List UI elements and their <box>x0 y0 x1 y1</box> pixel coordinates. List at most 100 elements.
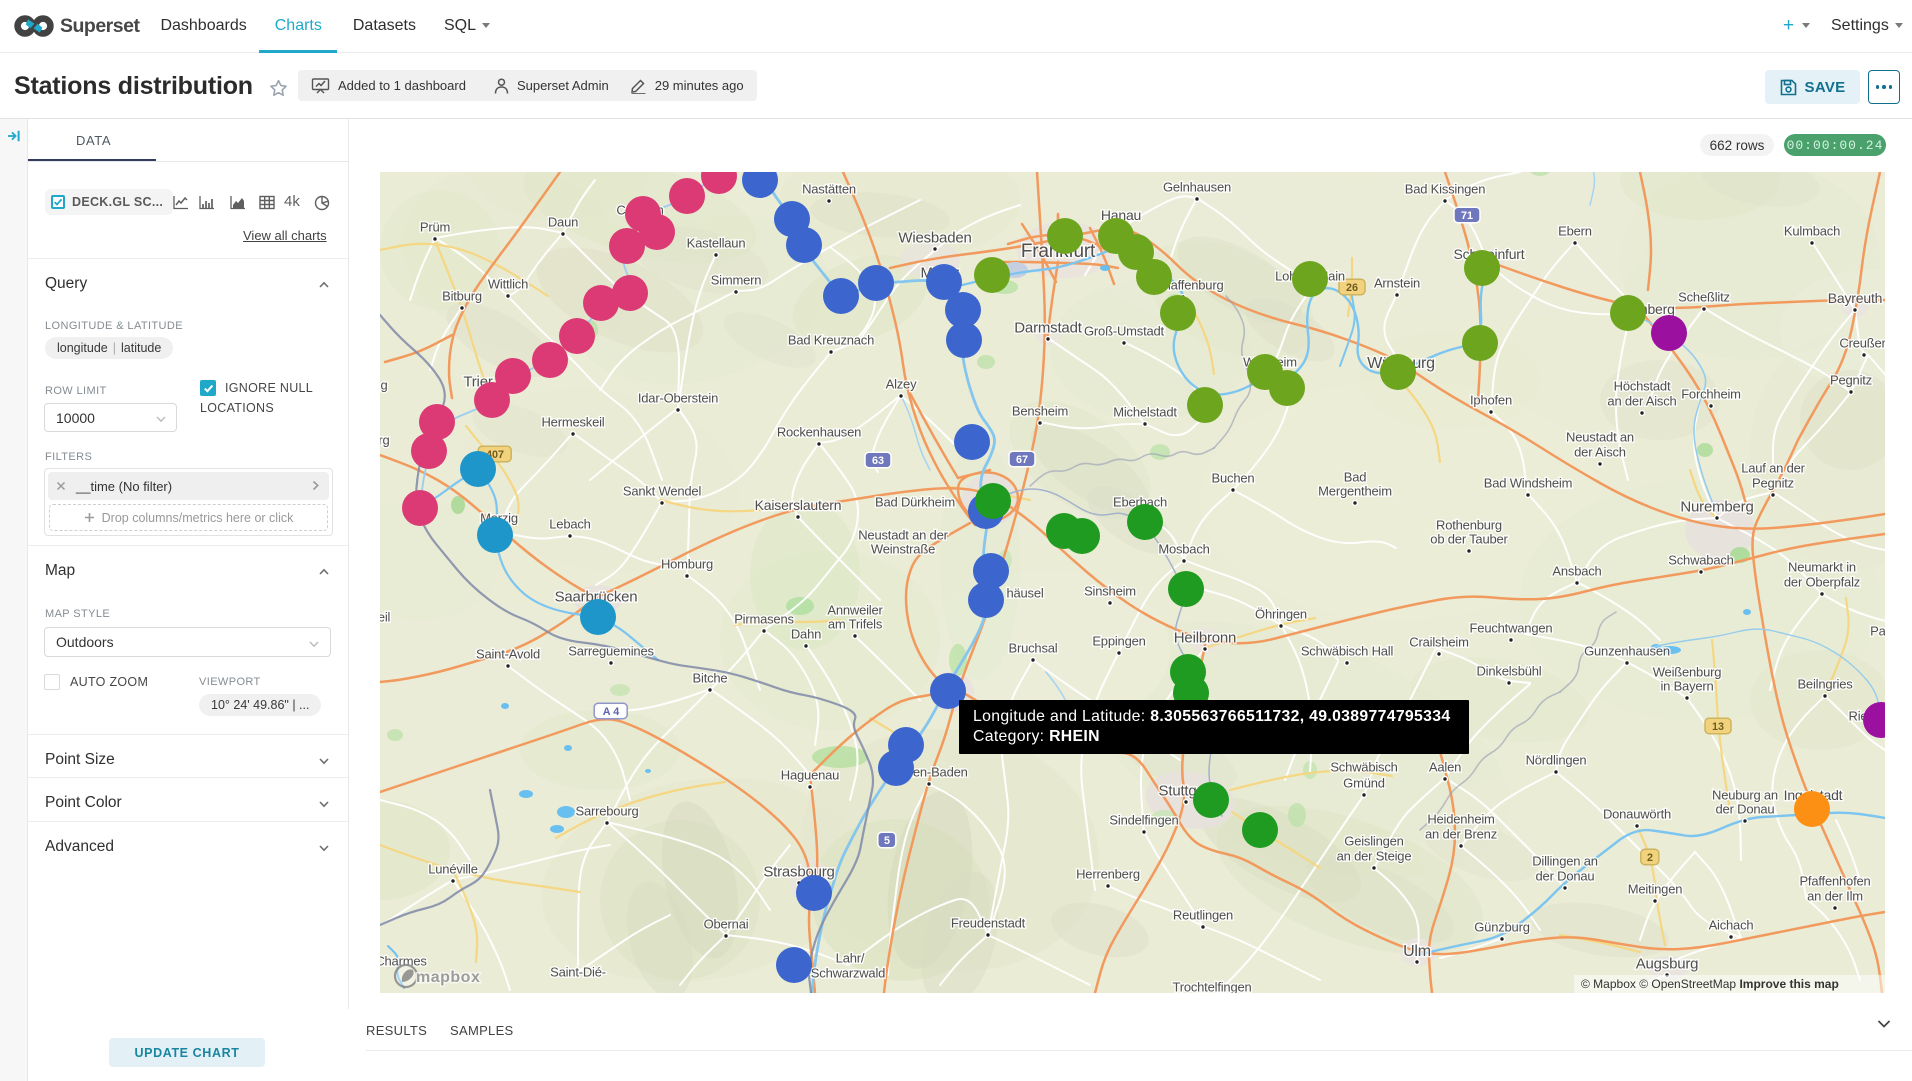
svg-text:Strasbourg: Strasbourg <box>763 863 834 880</box>
svg-text:Nastätten: Nastätten <box>802 182 856 197</box>
svg-text:Freudenstadt: Freudenstadt <box>951 916 1026 931</box>
svg-text:Pegnitz: Pegnitz <box>1752 476 1794 491</box>
svg-text:Beilngries: Beilngries <box>1797 677 1853 692</box>
svg-text:Daun: Daun <box>548 215 578 230</box>
svg-text:an der Ilm: an der Ilm <box>1807 889 1863 904</box>
svg-text:Sinsheim: Sinsheim <box>1084 584 1136 599</box>
svg-text:Homburg: Homburg <box>661 557 713 572</box>
svg-text:Alzey: Alzey <box>886 377 917 392</box>
svg-text:Donauwörth: Donauwörth <box>1603 807 1671 822</box>
svg-text:Sarrebourg: Sarrebourg <box>575 804 638 819</box>
svg-text:Dillingen an: Dillingen an <box>1532 854 1598 869</box>
svg-text:Bad Kreuznach: Bad Kreuznach <box>788 333 874 348</box>
svg-text:Weißenburg: Weißenburg <box>1653 665 1722 680</box>
svg-text:Gunzenhausen: Gunzenhausen <box>1584 644 1670 659</box>
svg-text:der Aisch: der Aisch <box>1574 445 1626 460</box>
svg-text:Lebach: Lebach <box>549 517 590 532</box>
svg-text:Schwäbisch Hall: Schwäbisch Hall <box>1301 644 1394 659</box>
svg-text:Mergentheim: Mergentheim <box>1318 484 1392 499</box>
svg-text:Weinstraße: Weinstraße <box>871 542 935 557</box>
svg-text:g: g <box>380 378 387 393</box>
svg-text:Forchheim: Forchheim <box>1681 387 1741 402</box>
svg-text:rg: rg <box>380 433 390 448</box>
svg-text:an der Aisch: an der Aisch <box>1607 394 1676 409</box>
svg-text:Saint-Avold: Saint-Avold <box>476 647 540 662</box>
svg-text:Pegnitz: Pegnitz <box>1830 373 1872 388</box>
svg-text:Heilbronn: Heilbronn <box>1174 629 1236 646</box>
svg-text:Haguenau: Haguenau <box>781 768 839 783</box>
svg-text:Groß-Umstadt: Groß-Umstadt <box>1084 324 1165 339</box>
svg-text:Feuchtwangen: Feuchtwangen <box>1470 621 1553 636</box>
svg-text:Annweiler: Annweiler <box>827 603 883 618</box>
svg-text:Arnstein: Arnstein <box>1374 276 1420 291</box>
svg-text:Gmünd: Gmünd <box>1343 776 1385 791</box>
svg-text:Neustadt an: Neustadt an <box>1566 430 1634 445</box>
svg-text:Augsburg: Augsburg <box>1636 955 1699 972</box>
svg-text:Bayreuth: Bayreuth <box>1828 290 1882 306</box>
svg-text:Hermeskeil: Hermeskeil <box>541 415 604 430</box>
svg-text:häusel: häusel <box>1006 586 1043 601</box>
svg-text:Bensheim: Bensheim <box>1012 404 1068 419</box>
svg-text:mapbox: mapbox <box>416 969 480 986</box>
svg-text:26: 26 <box>1346 282 1358 294</box>
svg-text:Schwarzwald: Schwarzwald <box>811 966 885 981</box>
svg-text:Saint-Dié-: Saint-Dié- <box>550 965 606 980</box>
svg-text:Pirmasens: Pirmasens <box>734 612 794 627</box>
svg-text:ob der Tauber: ob der Tauber <box>1430 532 1508 547</box>
svg-text:Öhringen: Öhringen <box>1255 607 1307 622</box>
svg-text:2: 2 <box>1647 852 1653 864</box>
svg-text:Neustadt an der: Neustadt an der <box>858 528 948 543</box>
svg-text:63: 63 <box>872 455 884 467</box>
svg-text:Wittlich: Wittlich <box>488 277 528 292</box>
svg-text:Par: Par <box>1870 624 1885 639</box>
svg-text:Lunéville: Lunéville <box>428 862 478 877</box>
svg-text:Ebern: Ebern <box>1558 224 1592 239</box>
svg-text:Bad: Bad <box>1344 470 1367 485</box>
svg-text:eil: eil <box>380 610 391 625</box>
svg-text:A 4: A 4 <box>603 706 619 718</box>
svg-text:Bad Windsheim: Bad Windsheim <box>1484 476 1572 491</box>
svg-text:Lauf an der: Lauf an der <box>1741 461 1805 476</box>
svg-text:Rockenhausen: Rockenhausen <box>777 425 861 440</box>
svg-text:Sarreguemines: Sarreguemines <box>568 644 654 659</box>
svg-text:Günzburg: Günzburg <box>1474 920 1530 935</box>
svg-text:Ansbach: Ansbach <box>1552 564 1601 579</box>
svg-text:Reutlingen: Reutlingen <box>1173 908 1233 923</box>
svg-text:Gelnhausen: Gelnhausen <box>1163 180 1231 195</box>
svg-text:Schwäbisch: Schwäbisch <box>1330 760 1397 775</box>
svg-text:Kulmbach: Kulmbach <box>1784 224 1840 239</box>
svg-text:13: 13 <box>1712 721 1724 733</box>
svg-text:Michelstadt: Michelstadt <box>1113 405 1177 420</box>
svg-text:Meitingen: Meitingen <box>1628 882 1683 897</box>
svg-text:der Oberpfalz: der Oberpfalz <box>1784 575 1860 590</box>
svg-text:67: 67 <box>1016 454 1028 466</box>
svg-text:Bad Kissingen: Bad Kissingen <box>1405 182 1486 197</box>
svg-text:Nördlingen: Nördlingen <box>1526 753 1587 768</box>
svg-text:Lahr/: Lahr/ <box>836 951 865 966</box>
svg-text:Bad Dürkheim: Bad Dürkheim <box>875 495 955 510</box>
svg-text:Eppingen: Eppingen <box>1092 634 1145 649</box>
svg-text:Bitburg: Bitburg <box>442 289 482 304</box>
svg-text:Wiesbaden: Wiesbaden <box>898 229 971 246</box>
svg-text:an der Steige: an der Steige <box>1337 849 1412 864</box>
svg-text:Scheßlitz: Scheßlitz <box>1678 290 1730 305</box>
svg-text:Trochtelfingen: Trochtelfingen <box>1172 980 1251 993</box>
svg-text:Sankt Wendel: Sankt Wendel <box>623 484 702 499</box>
svg-text:Mosbach: Mosbach <box>1158 542 1209 557</box>
svg-text:Bitche: Bitche <box>693 671 728 686</box>
svg-text:am Trifels: am Trifels <box>828 617 883 632</box>
svg-text:Crailsheim: Crailsheim <box>1409 635 1468 650</box>
svg-text:Bruchsal: Bruchsal <box>1009 641 1058 656</box>
svg-text:Ulm: Ulm <box>1403 943 1431 960</box>
svg-text:Aalen: Aalen <box>1429 760 1461 775</box>
svg-text:der Donau: der Donau <box>1716 802 1775 817</box>
svg-text:Nuremberg: Nuremberg <box>1680 498 1753 515</box>
svg-text:Creußen: Creußen <box>1839 336 1885 351</box>
svg-text:Schwabach: Schwabach <box>1668 553 1733 568</box>
svg-text:Darmstadt: Darmstadt <box>1014 319 1082 336</box>
svg-text:Neuburg an: Neuburg an <box>1712 788 1778 803</box>
svg-text:Obernai: Obernai <box>704 917 749 932</box>
svg-text:Höchstadt: Höchstadt <box>1614 379 1671 394</box>
svg-text:Prüm: Prüm <box>420 220 450 235</box>
svg-text:Aichach: Aichach <box>1709 918 1754 933</box>
